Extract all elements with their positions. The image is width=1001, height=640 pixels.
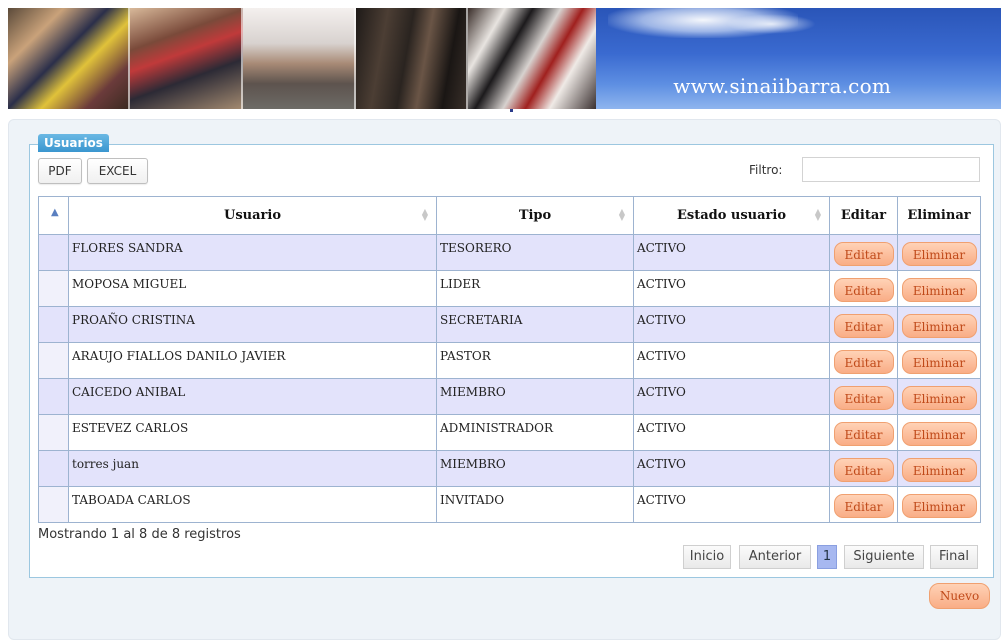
table-row: ESTEVEZ CARLOS ADMINISTRADOR ACTIVO Edit… xyxy=(38,414,981,451)
pdf-button[interactable]: PDF xyxy=(38,158,82,184)
banner-photo-choir xyxy=(356,8,468,109)
cell-estado: ACTIVO xyxy=(633,486,830,523)
delete-button[interactable]: Eliminar xyxy=(901,386,977,410)
cell-estado: ACTIVO xyxy=(633,378,830,415)
table-row: TABOADA CARLOS INVITADO ACTIVO Editar El… xyxy=(38,486,981,523)
column-header-eliminar[interactable]: Eliminar xyxy=(897,196,981,235)
cell-tipo: SECRETARIA xyxy=(436,306,634,343)
excel-button[interactable]: EXCEL xyxy=(87,158,148,184)
delete-button[interactable]: Eliminar xyxy=(901,458,977,482)
table-row: MOPOSA MIGUEL LIDER ACTIVO Editar Elimin… xyxy=(38,270,981,307)
pager-previous-button[interactable]: Anterior xyxy=(739,545,811,569)
pager-next-button[interactable]: Siguiente xyxy=(844,545,924,569)
cell-usuario: ESTEVEZ CARLOS xyxy=(68,414,437,451)
cell-tipo: LIDER xyxy=(436,270,634,307)
cell-estado: ACTIVO xyxy=(633,342,830,379)
filter-label: Filtro: xyxy=(749,163,783,177)
cell-tipo: PASTOR xyxy=(436,342,634,379)
cell-usuario: TABOADA CARLOS xyxy=(68,486,437,523)
banner-photo-event xyxy=(130,8,243,109)
users-table: ▲ Usuario ▲ ▼ Tipo ▲ ▼ Estado usuario ▲ ▼ E… xyxy=(38,196,981,523)
banner-photo-church xyxy=(243,8,356,109)
edit-button[interactable]: Editar xyxy=(833,314,894,338)
banner-photo-strip xyxy=(8,8,596,109)
edit-button[interactable]: Editar xyxy=(833,350,894,374)
delete-button[interactable]: Eliminar xyxy=(901,242,977,266)
table-row: CAICEDO ANIBAL MIEMBRO ACTIVO Editar Eli… xyxy=(38,378,981,415)
edit-button[interactable]: Editar xyxy=(833,422,894,446)
pager-page-1-button[interactable]: 1 xyxy=(817,545,837,569)
banner-photo-ceremony xyxy=(468,8,596,109)
cell-estado: ACTIVO xyxy=(633,414,830,451)
sort-icon: ▲ ▼ xyxy=(814,207,821,222)
table-row: torres juan MIEMBRO ACTIVO Editar Elimin… xyxy=(38,450,981,487)
table-row: PROAÑO CRISTINA SECRETARIA ACTIVO Editar… xyxy=(38,306,981,343)
delete-button[interactable]: Eliminar xyxy=(901,278,977,302)
sort-asc-icon: ▲ xyxy=(51,207,59,218)
new-user-button[interactable]: Nuevo xyxy=(929,583,990,609)
records-info: Mostrando 1 al 8 de 8 registros xyxy=(38,527,241,542)
cell-usuario: ARAUJO FIALLOS DANILO JAVIER xyxy=(68,342,437,379)
cell-estado: ACTIVO xyxy=(633,270,830,307)
pager-first-button[interactable]: Inicio xyxy=(683,545,731,569)
cell-estado: ACTIVO xyxy=(633,306,830,343)
cell-usuario: PROAÑO CRISTINA xyxy=(68,306,437,343)
cell-tipo: INVITADO xyxy=(436,486,634,523)
cell-usuario: CAICEDO ANIBAL xyxy=(68,378,437,415)
cell-estado: ACTIVO xyxy=(633,450,830,487)
delete-button[interactable]: Eliminar xyxy=(901,494,977,518)
table-row: ARAUJO FIALLOS DANILO JAVIER PASTOR ACTI… xyxy=(38,342,981,379)
cell-usuario: FLORES SANDRA xyxy=(68,234,437,271)
filter-input[interactable] xyxy=(802,157,980,182)
column-header-tipo[interactable]: Tipo ▲ ▼ xyxy=(436,196,634,235)
banner-photo-group xyxy=(8,8,130,109)
table-row: FLORES SANDRA TESORERO ACTIVO Editar Eli… xyxy=(38,234,981,271)
cell-estado: ACTIVO xyxy=(633,234,830,271)
edit-button[interactable]: Editar xyxy=(833,278,894,302)
cell-tipo: TESORERO xyxy=(436,234,634,271)
edit-button[interactable]: Editar xyxy=(833,494,894,518)
column-header-usuario[interactable]: Usuario ▲ ▼ xyxy=(68,196,437,235)
delete-button[interactable]: Eliminar xyxy=(901,350,977,374)
column-header-index[interactable]: ▲ xyxy=(38,196,69,235)
edit-button[interactable]: Editar xyxy=(833,386,894,410)
cell-usuario: torres juan xyxy=(68,450,437,487)
cell-tipo: MIEMBRO xyxy=(436,378,634,415)
users-legend: Usuarios xyxy=(38,134,109,152)
site-url: www.sinaiibarra.com xyxy=(673,74,891,98)
sort-icon: ▲ ▼ xyxy=(618,207,625,222)
cell-usuario: MOPOSA MIGUEL xyxy=(68,270,437,307)
edit-button[interactable]: Editar xyxy=(833,242,894,266)
column-header-estado[interactable]: Estado usuario ▲ ▼ xyxy=(633,196,830,235)
edit-button[interactable]: Editar xyxy=(833,458,894,482)
delete-button[interactable]: Eliminar xyxy=(901,314,977,338)
sort-icon: ▲ ▼ xyxy=(421,207,428,222)
cell-tipo: MIEMBRO xyxy=(436,450,634,487)
cell-tipo: ADMINISTRADOR xyxy=(436,414,634,451)
column-header-editar[interactable]: Editar xyxy=(829,196,898,235)
site-banner: www.sinaiibarra.com xyxy=(8,8,1001,109)
delete-button[interactable]: Eliminar xyxy=(901,422,977,446)
pager-last-button[interactable]: Final xyxy=(930,545,978,569)
table-header-row: ▲ Usuario ▲ ▼ Tipo ▲ ▼ Estado usuario ▲ ▼ E… xyxy=(38,196,981,235)
